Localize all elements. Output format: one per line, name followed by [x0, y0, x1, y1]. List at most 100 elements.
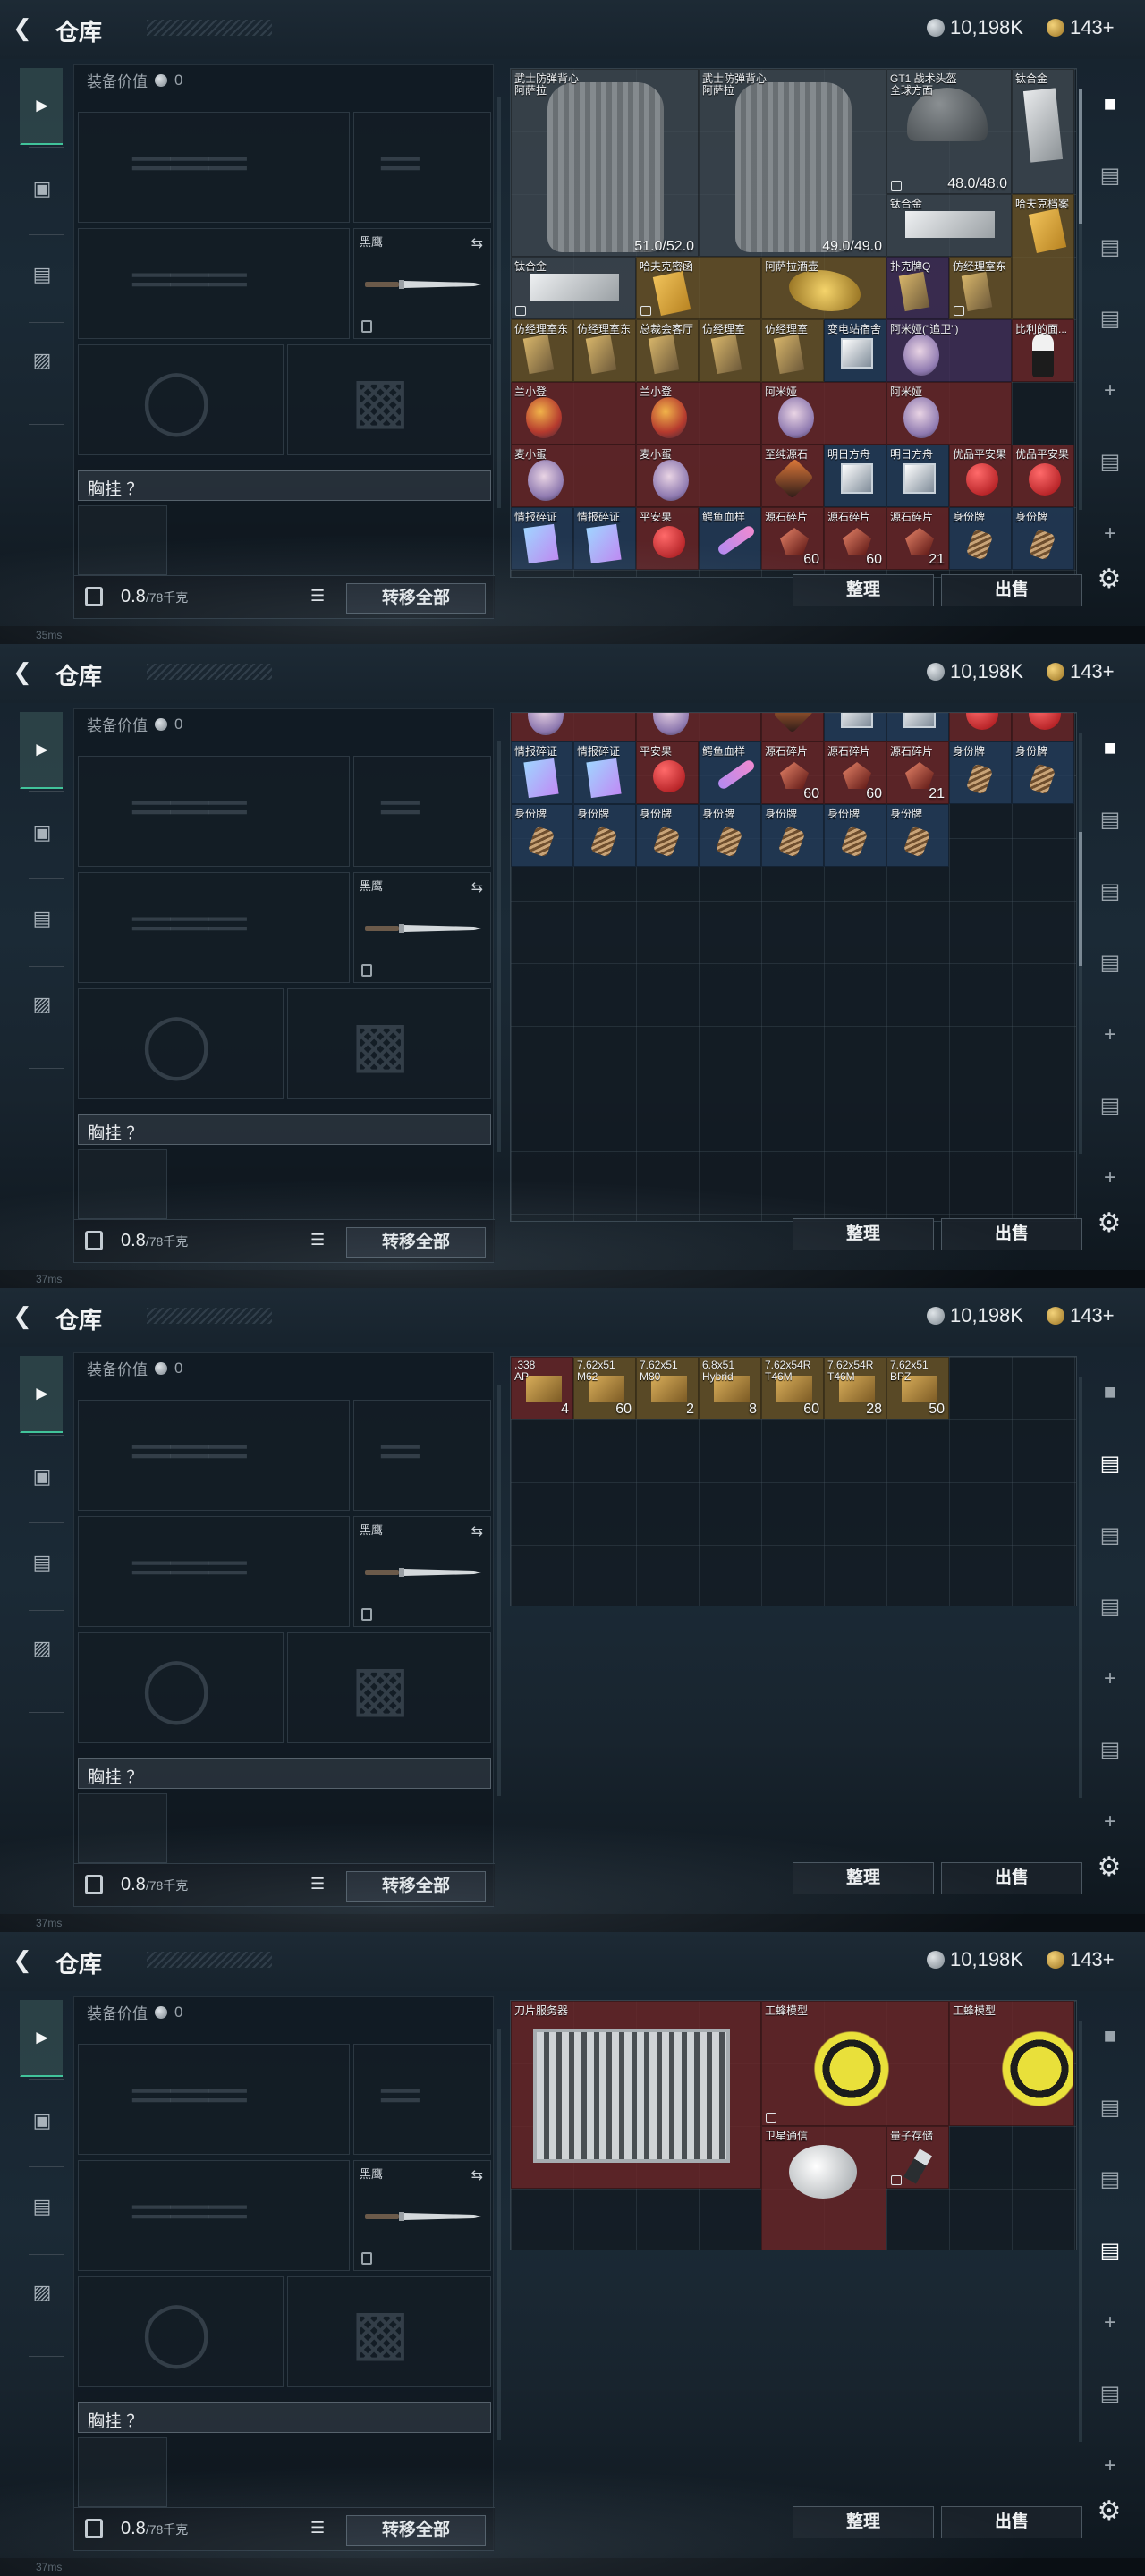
inventory-item[interactable]: 7.62x51 M80 2 [636, 1357, 699, 1419]
inventory-item[interactable]: 身份牌 [636, 804, 699, 867]
backpack-slot[interactable] [78, 1149, 167, 1219]
primary-weapon-slot[interactable]: ═══ [78, 112, 350, 223]
back-arrow-icon[interactable]: ❮ [13, 14, 39, 41]
sort-button[interactable]: 整理 [793, 1218, 934, 1250]
inventory-item[interactable]: 源石碎片 60 [824, 507, 886, 570]
list-icon[interactable]: ☰ [310, 587, 330, 606]
inventory-item[interactable]: 情报碎证 [511, 741, 573, 804]
swap-icon[interactable]: ⇆ [471, 878, 483, 896]
helmet-slot[interactable]: ◯ [78, 2276, 284, 2387]
scroll-thumb[interactable] [1079, 832, 1082, 966]
tab-storage-2-icon[interactable]: ▤ [1090, 871, 1131, 912]
inventory-item[interactable]: 麦小蛋 [636, 713, 761, 741]
inventory-item[interactable]: 麦小蛋 [511, 713, 636, 741]
inventory-item[interactable]: 明日方舟 [886, 445, 949, 507]
inventory-item[interactable]: 阿萨拉酒壶 [761, 257, 886, 319]
gold-currency[interactable]: 143+ [1047, 660, 1115, 683]
list-icon[interactable]: ☰ [310, 2519, 330, 2538]
inventory-item[interactable]: 工蜂模型 [949, 2001, 1074, 2126]
nav-rig[interactable]: ▤ [20, 1524, 63, 1601]
nav-weapons[interactable]: ► [20, 712, 63, 789]
primary-weapon-slot[interactable]: ═══ [78, 2044, 350, 2155]
gold-currency[interactable]: 143+ [1047, 1304, 1115, 1327]
tab-storage-1-icon[interactable]: ▤ [1090, 156, 1131, 197]
inventory-item[interactable]: 7.62x54R T46M 60 [761, 1357, 824, 1419]
sell-button[interactable]: 出售 [941, 1862, 1082, 1894]
scroll-thumb[interactable] [1079, 89, 1082, 224]
nav-weapons[interactable]: ► [20, 68, 63, 145]
inventory-item[interactable]: 身份牌 [1012, 741, 1074, 804]
inventory-item[interactable]: 钛合金 [886, 194, 1012, 257]
inventory-item[interactable]: 源石碎片 60 [761, 741, 824, 804]
inventory-item[interactable]: 7.62x51 M62 60 [573, 1357, 636, 1419]
sell-button[interactable]: 出售 [941, 2506, 1082, 2538]
secondary-weapon-slot[interactable]: ═══ [78, 2160, 350, 2271]
inventory-item[interactable]: 平安果 [636, 741, 699, 804]
inventory-item[interactable]: 优品平安果 [949, 445, 1012, 507]
armor-slot[interactable]: ▩ [287, 988, 491, 1099]
inventory-item[interactable]: GT1 战术头盔 全球方面 48.0/48.0 [886, 69, 1012, 194]
inventory-item[interactable]: 明日方舟 [824, 445, 886, 507]
tab-storage-4-icon[interactable]: ▤ [1090, 2374, 1131, 2415]
primary-weapon-slot[interactable]: ═══ [78, 1400, 350, 1511]
tab-storage-4-icon[interactable]: ▤ [1090, 442, 1131, 483]
tab-all-icon[interactable]: ■ [1090, 1372, 1131, 1413]
inventory-item[interactable]: 明日方舟 [824, 713, 886, 741]
nav-rig[interactable]: ▤ [20, 880, 63, 957]
melee-slot[interactable]: 黑鹰 ⇆ [353, 228, 491, 339]
inventory-item[interactable]: 源石碎片 60 [761, 507, 824, 570]
tab-all-icon[interactable]: ■ [1090, 2016, 1131, 2057]
sell-button[interactable]: 出售 [941, 1218, 1082, 1250]
add-tab-icon[interactable]: + [1090, 1801, 1131, 1843]
tab-storage-2-icon[interactable]: ▤ [1090, 2159, 1131, 2200]
inventory-item[interactable]: 阿米娅("追卫") [886, 319, 1012, 382]
melee-slot[interactable]: 黑鹰 ⇆ [353, 1516, 491, 1627]
gold-currency[interactable]: 143+ [1047, 1948, 1115, 1971]
inventory-item[interactable]: .338 AP 4 [511, 1357, 573, 1419]
transfer-all-button[interactable]: 转移全部 [346, 583, 486, 614]
inventory-item[interactable]: 优品平安果 [949, 713, 1012, 741]
tab-storage-1-icon[interactable]: ▤ [1090, 2088, 1131, 2129]
gear-icon[interactable]: ⚙ [1093, 1852, 1125, 1884]
inventory-item[interactable]: 身份牌 [949, 507, 1012, 570]
helmet-slot[interactable]: ◯ [78, 1632, 284, 1743]
warehouse-scrollbar[interactable] [1079, 733, 1082, 1154]
inventory-item[interactable]: 扑克牌Q [886, 257, 949, 319]
inventory-item[interactable]: 仿经理室 [761, 319, 824, 382]
secondary-weapon-slot[interactable]: ═══ [78, 872, 350, 983]
tab-all-icon[interactable]: ■ [1090, 84, 1131, 125]
backpack-slot[interactable] [78, 1793, 167, 1863]
inventory-item[interactable]: 仿经理室东 [949, 257, 1012, 319]
warehouse-scrollbar[interactable] [1079, 1377, 1082, 1798]
inventory-item[interactable]: 身份牌 [1012, 507, 1074, 570]
inventory-item[interactable]: 身份牌 [511, 804, 573, 867]
inventory-item[interactable]: 武士防弹背心 阿萨拉 49.0/49.0 [699, 69, 886, 257]
transfer-all-button[interactable]: 转移全部 [346, 1227, 486, 1258]
tab-storage-3-icon[interactable]: ▤ [1090, 299, 1131, 340]
inventory-item[interactable]: 刀片服务器 [511, 2001, 761, 2189]
add-tab-icon[interactable]: + [1090, 513, 1131, 555]
gear-icon[interactable]: ⚙ [1093, 564, 1125, 596]
inventory-item[interactable]: 仿经理室东 [573, 319, 636, 382]
nav-weapons[interactable]: ► [20, 2000, 63, 2077]
nav-backpack[interactable]: ▨ [20, 1610, 63, 1687]
equipment-scrollbar[interactable] [497, 741, 501, 1152]
helmet-slot[interactable]: ◯ [78, 344, 284, 455]
inventory-item[interactable]: 钛合金 [1012, 69, 1074, 194]
inventory-item[interactable]: 鳄鱼血样 [699, 507, 761, 570]
inventory-item[interactable]: 明日方舟 [886, 713, 949, 741]
nav-armor[interactable]: ▣ [20, 150, 63, 227]
inventory-item[interactable]: 阿米娅 [761, 382, 886, 445]
primary-weapon-slot[interactable]: ═══ [78, 756, 350, 867]
inventory-item[interactable]: 源石碎片 21 [886, 741, 949, 804]
inventory-item[interactable]: 源石碎片 21 [886, 507, 949, 570]
inventory-item[interactable]: 优品平安果 [1012, 445, 1074, 507]
inventory-item[interactable]: 身份牌 [824, 804, 886, 867]
tab-storage-4-icon[interactable]: ▤ [1090, 1086, 1131, 1127]
warehouse-grid[interactable]: .338 AP 4 7.62x51 M62 60 7.62x51 M80 2 6.8x51 Hybr… [510, 1356, 1077, 1606]
inventory-item[interactable]: 哈夫克密函 [636, 257, 761, 319]
inventory-item[interactable]: 身份牌 [573, 804, 636, 867]
inventory-item[interactable]: 麦小蛋 [511, 445, 636, 507]
add-tab-icon[interactable]: + [1090, 1658, 1131, 1699]
backpack-slot[interactable] [78, 2437, 167, 2507]
